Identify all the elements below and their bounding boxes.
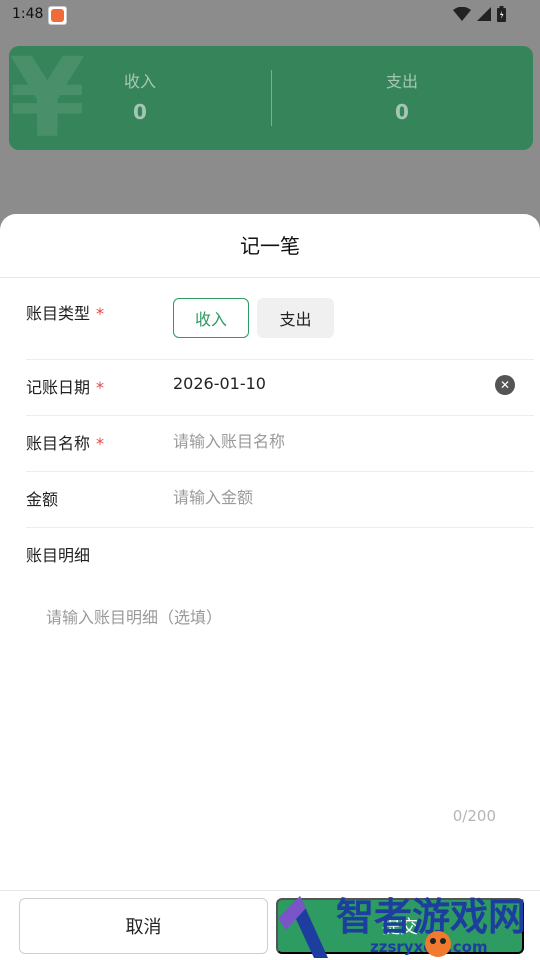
expense-summary-value: 0 <box>395 100 409 124</box>
name-input[interactable] <box>173 428 493 454</box>
name-label-text: 账目名称 <box>26 434 91 453</box>
expense-summary: 支出 0 <box>271 46 533 150</box>
cancel-button[interactable]: 取消 <box>19 898 268 954</box>
app-notification-icon <box>48 6 67 25</box>
signal-icon <box>477 7 491 21</box>
income-summary: 收入 0 <box>9 46 271 150</box>
clear-icon[interactable]: ✕ <box>495 375 515 395</box>
char-count: 0/200 <box>452 807 496 825</box>
divider <box>0 277 540 278</box>
sheet-title: 记一笔 <box>240 234 300 258</box>
date-label-text: 记账日期 <box>26 378 91 397</box>
divider <box>26 415 534 416</box>
required-mark: * <box>96 378 105 397</box>
summary-card: ¥ 收入 0 支出 0 <box>9 46 533 150</box>
status-bar: 1:48 <box>0 0 540 32</box>
submit-button[interactable]: 提交 <box>276 898 524 954</box>
divider <box>26 471 534 472</box>
name-label: 账目名称 * <box>26 430 104 454</box>
type-income-button[interactable]: 收入 <box>173 298 249 338</box>
required-mark: * <box>96 434 105 453</box>
amount-label: 金额 <box>26 490 59 509</box>
type-label-text: 账目类型 <box>26 304 91 323</box>
amount-input[interactable] <box>173 484 493 510</box>
required-mark: * <box>96 304 105 323</box>
date-label: 记账日期 * <box>26 374 104 398</box>
add-record-sheet: 记一笔 账目类型 * 收入 支出 记账日期 * 2026-01-10 ✕ 账目名称 *… <box>0 214 540 960</box>
wifi-icon <box>453 7 471 21</box>
income-summary-label: 收入 <box>123 72 156 91</box>
income-summary-value: 0 <box>133 100 147 124</box>
status-icons <box>453 6 506 22</box>
type-label: 账目类型 * <box>26 300 104 324</box>
detail-label: 账目明细 <box>26 546 91 565</box>
date-field[interactable]: 2026-01-10 <box>173 374 266 393</box>
divider <box>0 890 540 891</box>
status-time: 1:48 <box>12 6 44 22</box>
divider <box>26 359 534 360</box>
type-expense-button[interactable]: 支出 <box>257 298 334 338</box>
battery-icon <box>497 6 506 22</box>
expense-summary-label: 支出 <box>385 72 418 91</box>
detail-textarea[interactable] <box>26 594 516 844</box>
divider <box>26 527 534 528</box>
